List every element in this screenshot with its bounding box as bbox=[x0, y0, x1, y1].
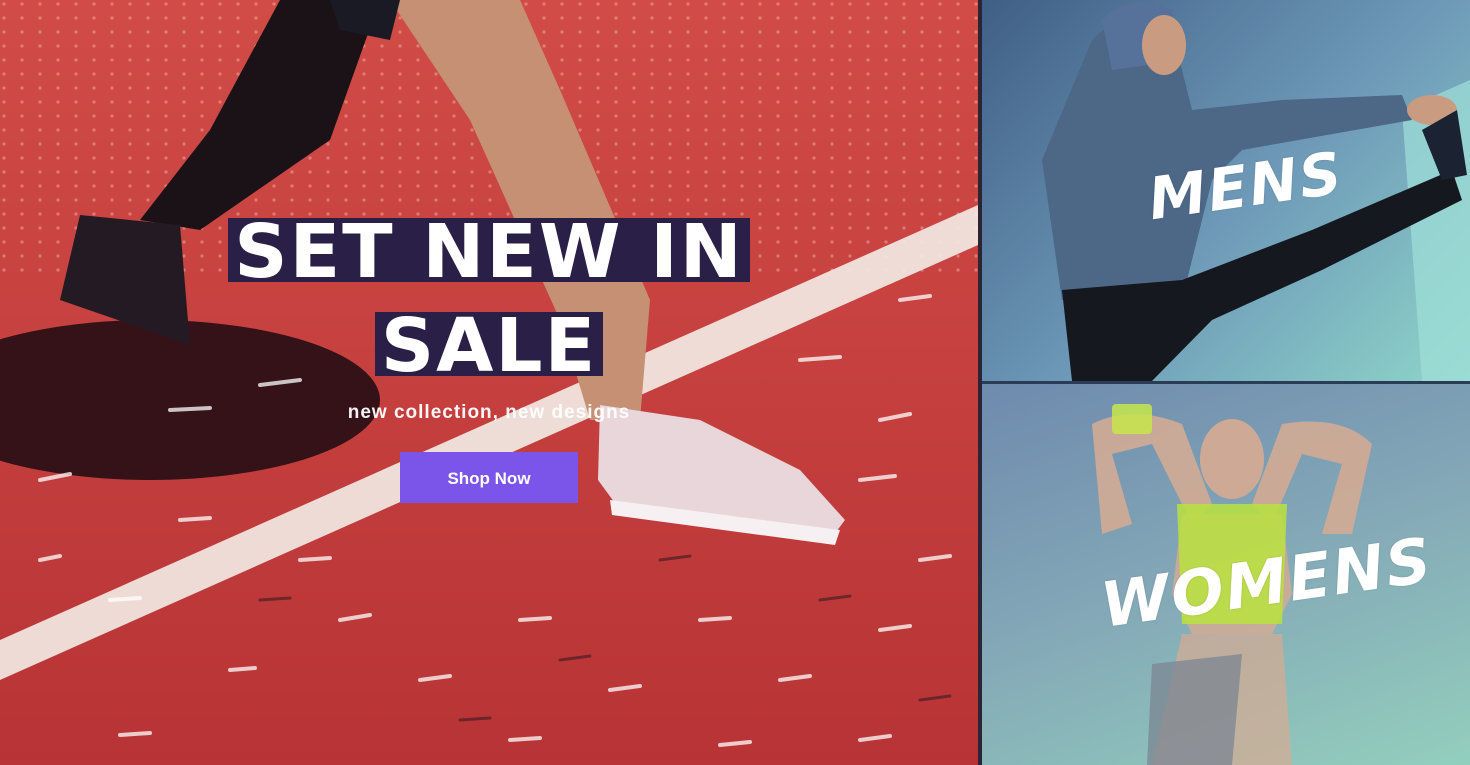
hero-subtitle: new collection, new designs bbox=[347, 402, 631, 423]
shop-now-button[interactable]: Shop Now bbox=[400, 452, 578, 503]
hero-banner[interactable]: SET NEW IN SALE new collection, new desi… bbox=[0, 0, 978, 765]
womens-category-card[interactable]: WOMENS bbox=[982, 384, 1470, 765]
hero-title-line-1: SET NEW IN bbox=[228, 215, 750, 289]
mens-category-card[interactable]: MENS bbox=[982, 0, 1470, 381]
hero-text-block: SET NEW IN SALE new collection, new desi… bbox=[219, 215, 759, 503]
landing-page: SET NEW IN SALE new collection, new desi… bbox=[0, 0, 1470, 765]
category-panels: MENS WOMENS bbox=[982, 0, 1470, 765]
hero-title-line-2: SALE bbox=[374, 309, 604, 383]
